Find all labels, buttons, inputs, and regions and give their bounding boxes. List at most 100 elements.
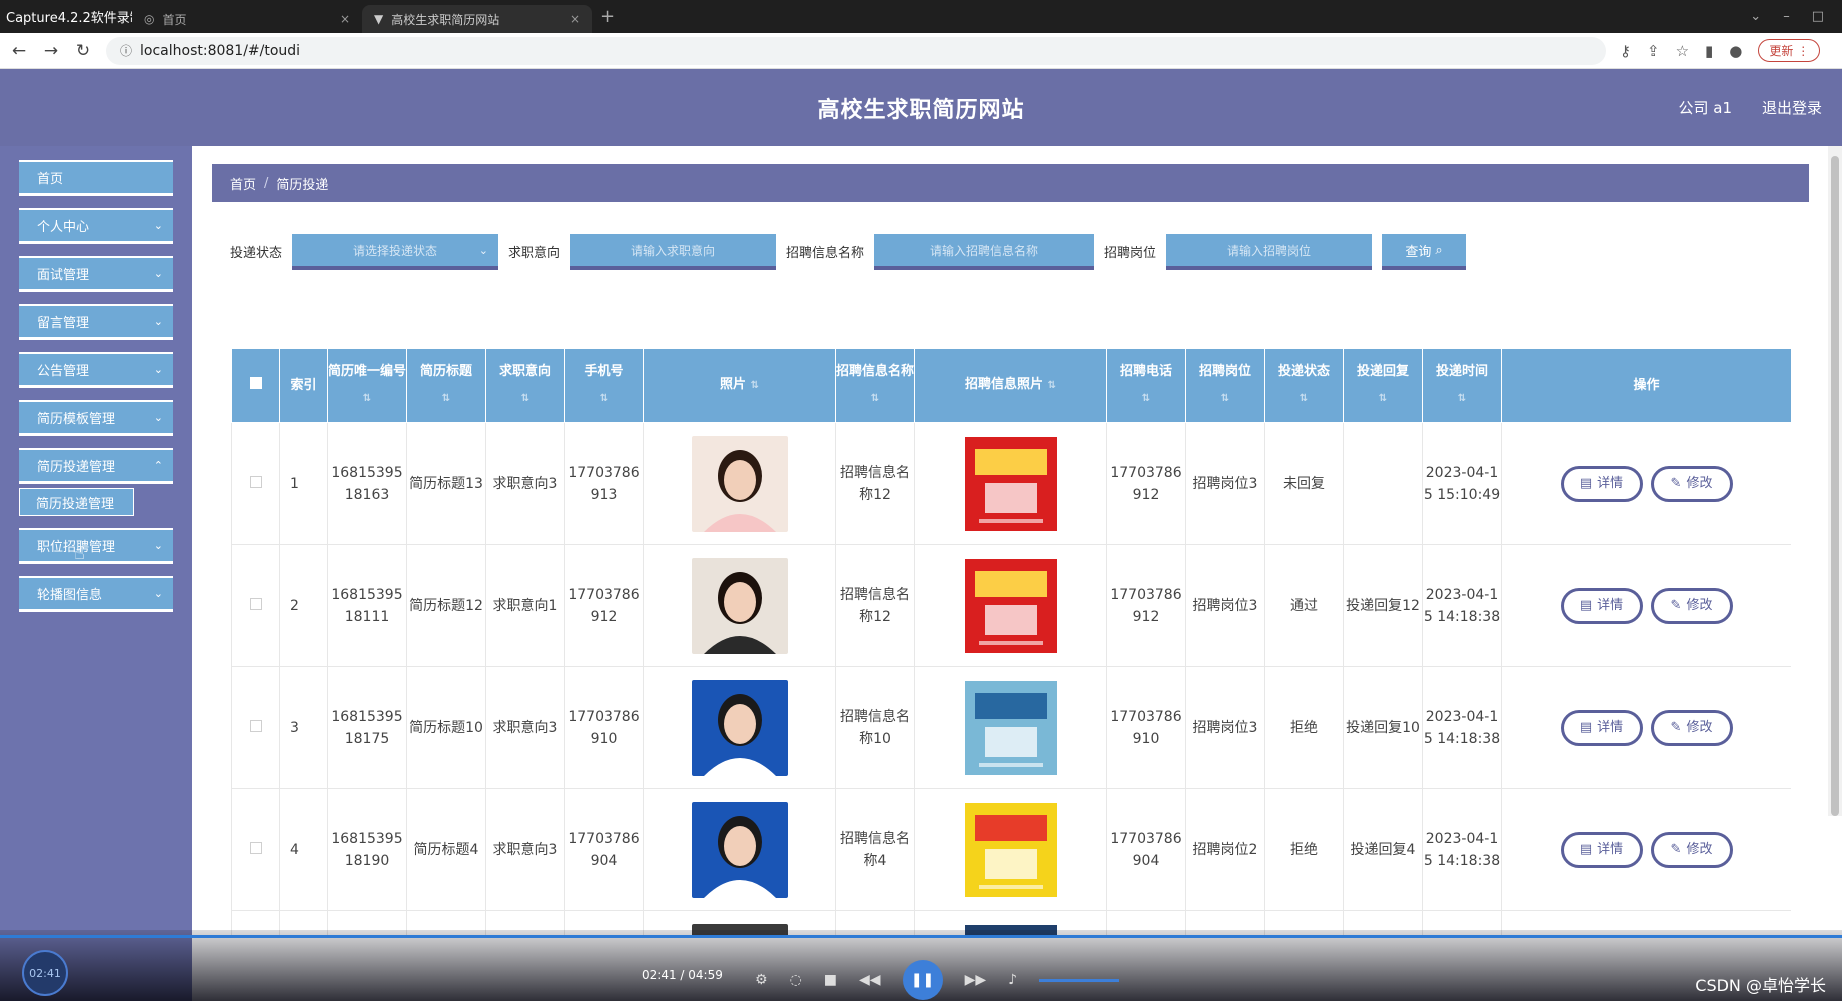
- minimize-icon[interactable]: –: [1783, 9, 1790, 24]
- recruit-poster-image[interactable]: [964, 558, 1057, 653]
- stop-icon[interactable]: ■: [824, 972, 837, 988]
- forward-icon[interactable]: →: [42, 41, 60, 61]
- sidebar-item-home[interactable]: 首页: [19, 160, 173, 196]
- sort-icon[interactable]: ⇅: [1221, 393, 1229, 404]
- key-icon[interactable]: ⚷: [1620, 42, 1631, 60]
- loop-icon[interactable]: ◌: [790, 972, 802, 988]
- intent-input[interactable]: 请输入求职意向: [570, 232, 777, 270]
- edit-button[interactable]: ✎ 修改: [1650, 831, 1733, 868]
- pause-icon[interactable]: ❚❚: [902, 960, 943, 1000]
- profile-icon[interactable]: ●: [1729, 42, 1742, 60]
- header-time[interactable]: 投递时间 ⇅: [1422, 348, 1502, 423]
- maximize-icon[interactable]: □: [1812, 9, 1824, 24]
- search-button[interactable]: 查询 ⌕: [1382, 232, 1467, 270]
- header-photo[interactable]: 照片 ⇅: [643, 348, 836, 423]
- row-checkbox[interactable]: [249, 475, 262, 488]
- status-select[interactable]: 请选择投递状态 ⌄: [292, 232, 499, 270]
- chevron-down-icon[interactable]: ⌄: [1750, 9, 1761, 24]
- browser-tab-home[interactable]: ◎ 首页 ×: [132, 5, 362, 33]
- avatar[interactable]: [691, 801, 788, 898]
- cell-reply: [1343, 422, 1423, 545]
- detail-button[interactable]: ▤ 详情: [1560, 831, 1643, 868]
- avatar[interactable]: [691, 679, 788, 776]
- address-field[interactable]: ⓘ localhost:8081/#/toudi: [106, 36, 1606, 65]
- header-intent[interactable]: 求职意向 ⇅: [485, 348, 565, 423]
- row-checkbox[interactable]: [249, 719, 262, 732]
- row-select-cell[interactable]: [231, 544, 280, 667]
- back-icon[interactable]: ←: [10, 41, 28, 61]
- sidebar-item-jobs[interactable]: 职位招聘管理 ⌄: [19, 528, 173, 564]
- header-reply[interactable]: 投递回复 ⇅: [1343, 348, 1423, 423]
- recruit-poster-image[interactable]: [964, 802, 1057, 897]
- browser-tab-site[interactable]: ▼ 高校生求职简历网站 ×: [362, 5, 592, 33]
- row-checkbox[interactable]: [249, 841, 262, 854]
- sidepanel-icon[interactable]: ▮: [1705, 42, 1713, 60]
- detail-button[interactable]: ▤ 详情: [1560, 709, 1643, 746]
- sort-icon[interactable]: ⇅: [1142, 393, 1150, 404]
- sidebar-item-carousel[interactable]: 轮播图信息 ⌄: [19, 576, 173, 612]
- close-icon[interactable]: ×: [340, 12, 350, 26]
- select-all-cell[interactable]: [231, 348, 280, 423]
- update-button[interactable]: 更新 ⋮: [1758, 39, 1821, 62]
- avatar[interactable]: [691, 557, 788, 654]
- recruit-poster-image[interactable]: [964, 436, 1057, 531]
- cell-reply: 投递回复4: [1343, 788, 1423, 911]
- sort-icon[interactable]: ⇅: [1458, 393, 1466, 404]
- row-select-cell[interactable]: [231, 422, 280, 545]
- video-progress[interactable]: [0, 935, 1842, 938]
- detail-button[interactable]: ▤ 详情: [1560, 587, 1643, 624]
- volume-slider[interactable]: [1039, 978, 1120, 982]
- sort-icon[interactable]: ⇅: [521, 393, 529, 404]
- sort-icon[interactable]: ⇅: [1379, 393, 1387, 404]
- sort-icon[interactable]: ⇅: [600, 393, 608, 404]
- close-icon[interactable]: ×: [570, 12, 580, 26]
- sort-icon[interactable]: ⇅: [1048, 380, 1056, 391]
- header-recruit-name[interactable]: 招聘信息名称 ⇅: [835, 348, 915, 423]
- header-resume-title[interactable]: 简历标题 ⇅: [406, 348, 486, 423]
- settings-icon[interactable]: ⚙: [755, 972, 768, 988]
- header-recruit-photo[interactable]: 招聘信息照片 ⇅: [914, 348, 1107, 423]
- recruit-poster-image[interactable]: [964, 680, 1057, 775]
- sidebar-item-interview[interactable]: 面试管理 ⌄: [19, 256, 173, 292]
- row-select-cell[interactable]: [231, 788, 280, 911]
- header-status[interactable]: 投递状态 ⇅: [1264, 348, 1344, 423]
- new-tab-icon[interactable]: +: [600, 6, 615, 27]
- sidebar-item-notices[interactable]: 公告管理 ⌄: [19, 352, 173, 388]
- header-recruit-phone[interactable]: 招聘电话 ⇅: [1106, 348, 1186, 423]
- recruit-name-input[interactable]: 请输入招聘信息名称: [874, 232, 1095, 270]
- logout-link[interactable]: 退出登录: [1762, 97, 1822, 118]
- header-resume-id[interactable]: 简历唯一编号 ⇅: [327, 348, 407, 423]
- header-phone[interactable]: 手机号 ⇅: [564, 348, 644, 423]
- sidebar-item-templates[interactable]: 简历模板管理 ⌄: [19, 400, 173, 436]
- star-icon[interactable]: ☆: [1676, 42, 1689, 60]
- share-icon[interactable]: ⇪: [1647, 42, 1660, 60]
- delivery-table: 索引 简历唯一编号 ⇅ 简历标题 ⇅ 求职意向 ⇅ 手机号 ⇅ 照片 ⇅ 招聘信息名称 …: [231, 348, 1791, 938]
- fast-forward-icon[interactable]: ▶▶: [965, 972, 987, 988]
- header-position[interactable]: 招聘岗位 ⇅: [1185, 348, 1265, 423]
- row-checkbox[interactable]: [249, 597, 262, 610]
- rewind-icon[interactable]: ◀◀: [859, 972, 881, 988]
- row-select-cell[interactable]: [231, 666, 280, 789]
- select-all-checkbox[interactable]: [249, 376, 262, 389]
- sort-icon[interactable]: ⇅: [871, 393, 879, 404]
- position-input[interactable]: 请输入招聘岗位: [1166, 232, 1373, 270]
- sort-icon[interactable]: ⇅: [442, 393, 450, 404]
- sidebar-item-delivery[interactable]: 简历投递管理 ⌃: [19, 448, 173, 484]
- edit-button[interactable]: ✎ 修改: [1650, 587, 1733, 624]
- breadcrumb-home[interactable]: 首页: [230, 174, 256, 193]
- sort-icon[interactable]: ⇅: [1300, 393, 1308, 404]
- sidebar-item-profile[interactable]: 个人中心 ⌄: [19, 208, 173, 244]
- scrollbar-thumb[interactable]: [1831, 156, 1839, 816]
- page-scrollbar[interactable]: [1828, 146, 1842, 816]
- reload-icon[interactable]: ↻: [74, 41, 92, 61]
- volume-icon[interactable]: ♪: [1008, 972, 1017, 988]
- submenu-item-delivery[interactable]: 简历投递管理: [19, 488, 134, 516]
- edit-button[interactable]: ✎ 修改: [1650, 709, 1733, 746]
- sort-icon[interactable]: ⇅: [363, 393, 371, 404]
- avatar[interactable]: [691, 435, 788, 532]
- edit-button[interactable]: ✎ 修改: [1650, 465, 1733, 502]
- sidebar-item-messages[interactable]: 留言管理 ⌄: [19, 304, 173, 340]
- sort-icon[interactable]: ⇅: [751, 380, 759, 391]
- detail-button[interactable]: ▤ 详情: [1560, 465, 1643, 502]
- info-icon[interactable]: ⓘ: [120, 42, 132, 59]
